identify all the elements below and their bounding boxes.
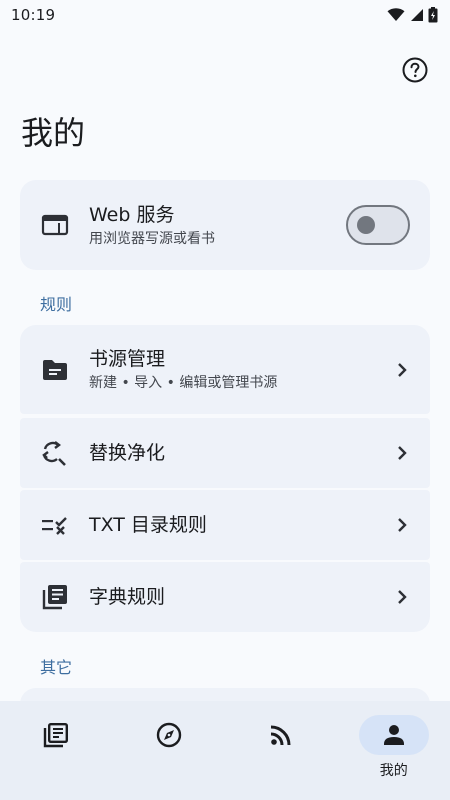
web-service-card[interactable]: Web 服务 用浏览器写源或看书 — [20, 180, 430, 270]
bookshelf-icon — [44, 723, 69, 748]
battery-icon — [428, 7, 438, 23]
rule-icon — [40, 510, 70, 540]
rule-item-book-source[interactable]: 书源管理 新建 • 导入 • 编辑或管理书源 — [20, 325, 430, 414]
signal-icon — [411, 9, 423, 21]
rule-item-dictionary[interactable]: 字典规则 — [20, 562, 430, 632]
chevron-right-icon — [390, 513, 414, 537]
compass-icon — [156, 722, 181, 748]
nav-label: 我的 — [379, 763, 408, 779]
nav-item-discover[interactable] — [113, 701, 225, 760]
nav-item-bookshelf[interactable] — [0, 701, 112, 760]
section-label-other: 其它 — [40, 658, 73, 677]
status-time: 10:19 — [11, 6, 56, 24]
rule-item-text: 书源管理 新建 • 导入 • 编辑或管理书源 — [89, 347, 390, 392]
bottom-nav: 我的 — [0, 701, 450, 800]
help-circle-icon — [402, 57, 428, 83]
section-label-rules: 规则 — [40, 295, 73, 314]
rule-item-subtitle: 新建 • 导入 • 编辑或管理书源 — [89, 375, 278, 391]
nav-pill — [134, 715, 204, 755]
wifi-icon — [387, 8, 405, 21]
rule-item-title: 替换净化 — [89, 442, 166, 464]
rule-item-text: 字典规则 — [89, 585, 390, 609]
rule-item-title: 字典规则 — [89, 586, 166, 608]
rule-item-text: TXT 目录规则 — [89, 513, 390, 537]
web-service-text: Web 服务 用浏览器写源或看书 — [89, 203, 346, 248]
status-icons — [387, 7, 438, 23]
chevron-right-icon — [390, 441, 414, 465]
nav-item-my[interactable]: 我的 — [338, 701, 450, 780]
page-title: 我的 — [21, 114, 86, 152]
nav-pill — [246, 715, 316, 755]
rule-item-replace[interactable]: 替换净化 — [20, 418, 430, 488]
rule-item-title: TXT 目录规则 — [89, 514, 207, 536]
find-replace-icon — [40, 438, 70, 468]
web-service-subtitle: 用浏览器写源或看书 — [89, 230, 215, 247]
library-books-icon — [40, 582, 70, 612]
chevron-right-icon — [390, 585, 414, 609]
rss-icon — [271, 725, 291, 746]
person-icon — [383, 725, 404, 745]
web-icon — [40, 210, 70, 240]
web-service-title: Web 服务 — [89, 203, 175, 226]
nav-item-rss[interactable] — [225, 701, 337, 760]
chevron-right-icon — [390, 358, 414, 382]
rule-item-title: 书源管理 — [89, 348, 166, 370]
nav-pill — [21, 715, 91, 755]
help-button[interactable] — [400, 55, 430, 85]
rule-item-text: 替换净化 — [89, 441, 390, 465]
nav-pill-active — [358, 715, 429, 755]
web-service-toggle[interactable] — [346, 205, 410, 245]
status-bar: 10:19 — [0, 0, 450, 30]
folder-icon — [40, 355, 70, 385]
toggle-knob — [357, 216, 375, 234]
rule-item-txt-toc[interactable]: TXT 目录规则 — [20, 490, 430, 560]
